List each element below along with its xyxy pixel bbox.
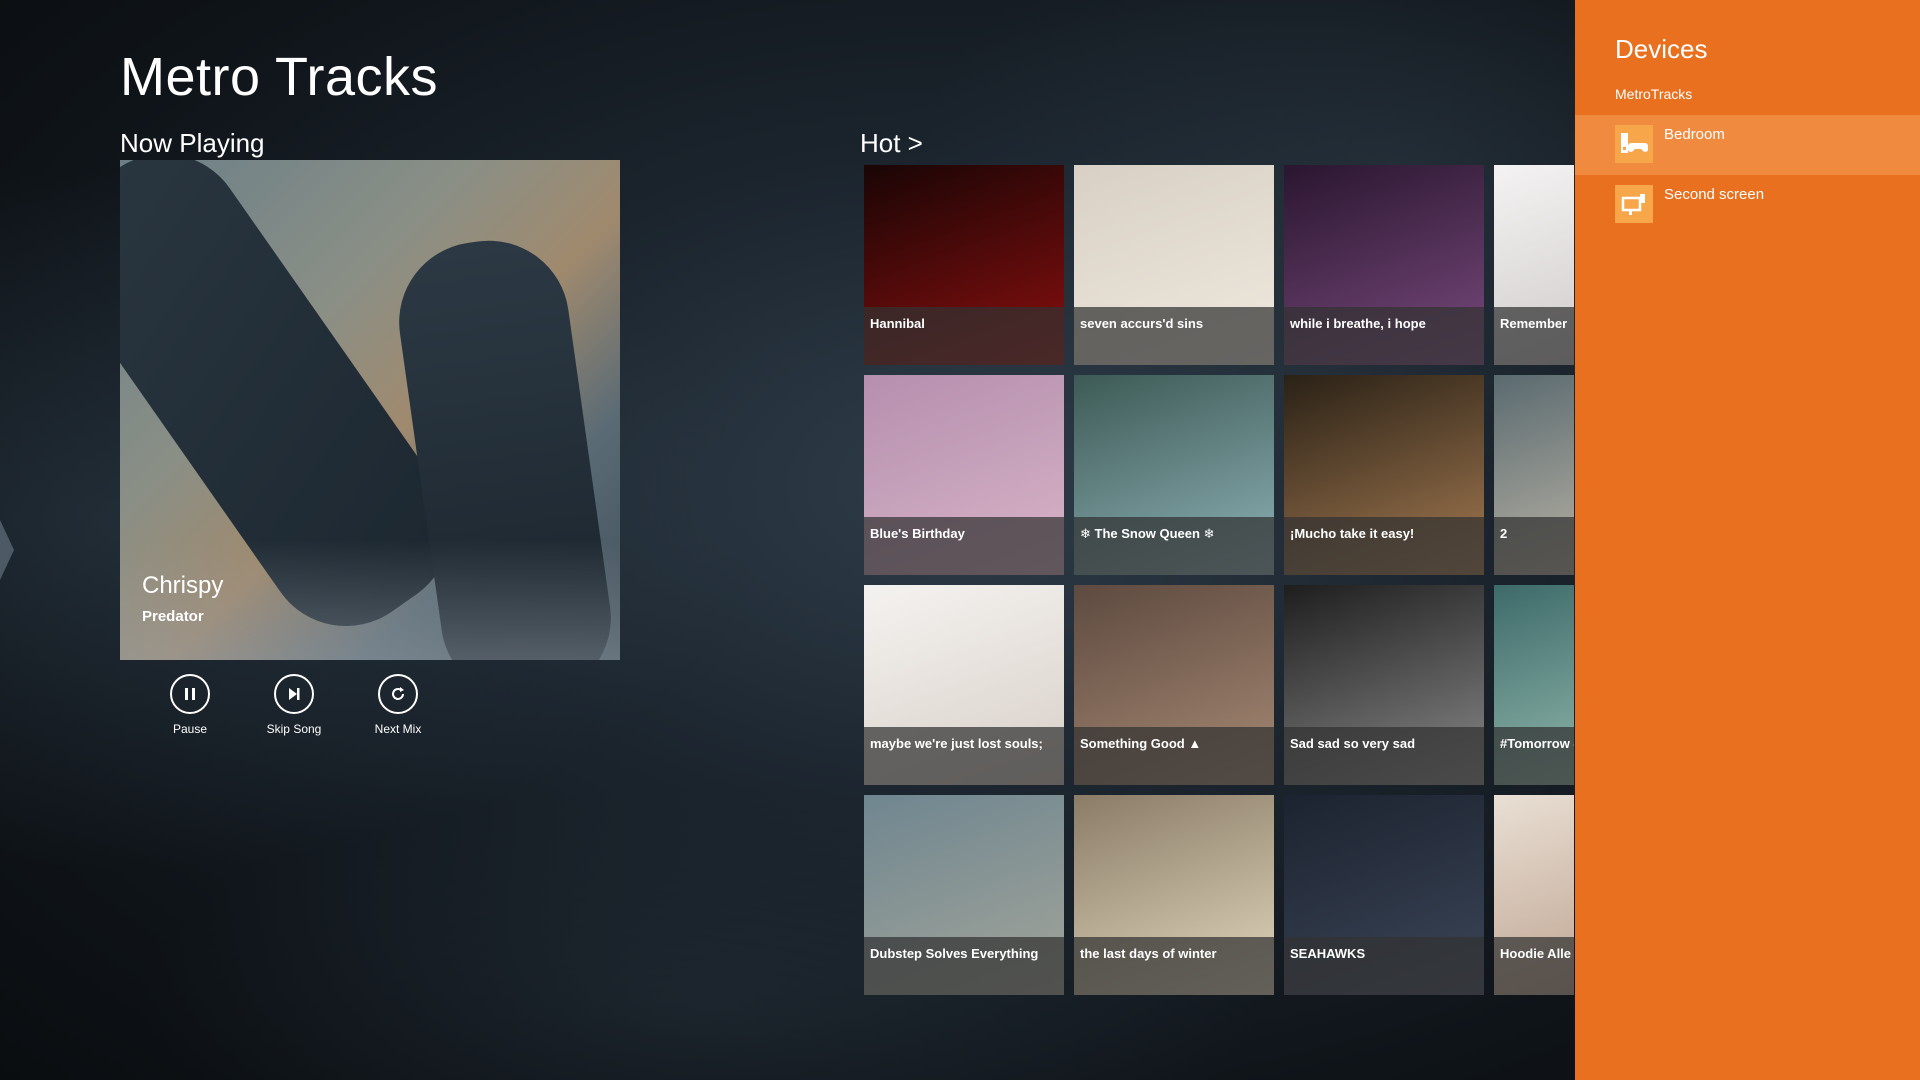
mix-tile[interactable]: maybe we're just lost souls; xyxy=(864,585,1064,785)
second-screen-icon xyxy=(1615,185,1653,223)
mix-tile[interactable]: Something Good ▲ xyxy=(1074,585,1274,785)
next-mix-label: Next Mix xyxy=(374,722,422,736)
mix-tile-label: while i breathe, i hope xyxy=(1290,316,1426,331)
pause-button[interactable]: Pause xyxy=(145,674,235,736)
mix-tile-caption: Hoodie Alle xyxy=(1494,937,1574,995)
mix-tile-label: Dubstep Solves Everything xyxy=(870,946,1039,961)
mix-tile[interactable]: Dubstep Solves Everything xyxy=(864,795,1064,995)
mix-tile-caption: Hannibal xyxy=(864,307,1064,365)
mix-tile[interactable]: seven accurs'd sins xyxy=(1074,165,1274,365)
mix-tile-label: SEAHAWKS xyxy=(1290,946,1366,961)
mix-tile-label: Remember xyxy=(1500,316,1568,331)
album-art-shape xyxy=(120,540,620,660)
mix-tile[interactable]: ❄ The Snow Queen ❄ xyxy=(1074,375,1274,575)
mix-tile-caption: Blue's Birthday xyxy=(864,517,1064,575)
mix-tile-caption: 2 xyxy=(1494,517,1574,575)
mix-tile-label: 2 xyxy=(1500,526,1508,541)
now-playing-heading: Now Playing xyxy=(120,128,265,158)
refresh-icon xyxy=(378,674,418,714)
mix-tile-caption: the last days of winter xyxy=(1074,937,1274,995)
mix-tile[interactable]: #Tomorrow #Summer # xyxy=(1494,585,1574,785)
now-playing-artist: Predator xyxy=(142,608,204,625)
mix-tile-caption: SEAHAWKS xyxy=(1284,937,1484,995)
mix-tile[interactable]: 2 xyxy=(1494,375,1574,575)
device-label: Bedroom xyxy=(1664,126,1725,143)
pause-icon xyxy=(170,674,210,714)
mix-tile-label: #Tomorrow #Summer # xyxy=(1500,736,1574,751)
mix-tile[interactable]: ¡Mucho take it easy! xyxy=(1284,375,1484,575)
hot-mix-grid: Hannibal seven accurs'd sins while i breat… xyxy=(864,165,1574,995)
mix-tile[interactable]: Blue's Birthday xyxy=(864,375,1064,575)
mix-tile[interactable]: Remember xyxy=(1494,165,1574,365)
mix-tile-label: Something Good ▲ xyxy=(1080,736,1202,751)
pause-label: Pause xyxy=(172,722,208,736)
mix-tile-label: seven accurs'd sins xyxy=(1080,316,1204,331)
mix-tile-caption: Something Good ▲ xyxy=(1074,727,1274,785)
next-mix-button[interactable]: Next Mix xyxy=(353,674,443,736)
mix-tile-caption: maybe we're just lost souls; xyxy=(864,727,1064,785)
mix-tile-caption: ❄ The Snow Queen ❄ xyxy=(1074,517,1274,575)
mix-tile-label: ❄ The Snow Queen ❄ xyxy=(1080,526,1215,541)
mix-tile-label: Hannibal xyxy=(870,316,925,331)
skip-song-button[interactable]: Skip Song xyxy=(249,674,339,736)
device-item-bedroom[interactable]: Bedroom xyxy=(1575,115,1920,175)
mix-tile-caption: Sad sad so very sad xyxy=(1284,727,1484,785)
mix-tile-caption: ¡Mucho take it easy! xyxy=(1284,517,1484,575)
mix-tile-label: Sad sad so very sad xyxy=(1290,736,1416,751)
hot-heading-link[interactable]: Hot > xyxy=(860,128,923,159)
devices-app-name: MetroTracks xyxy=(1615,86,1693,102)
device-item-second-screen[interactable]: Second screen xyxy=(1575,175,1920,235)
mix-tile[interactable]: SEAHAWKS xyxy=(1284,795,1484,995)
mix-tile[interactable]: Hoodie Alle xyxy=(1494,795,1574,995)
mix-tile-label: the last days of winter xyxy=(1080,946,1217,961)
skip-song-label: Skip Song xyxy=(266,722,322,736)
devices-title: Devices xyxy=(1615,34,1708,64)
mix-tile[interactable]: Sad sad so very sad xyxy=(1284,585,1484,785)
app-title: Metro Tracks xyxy=(120,47,439,107)
mix-tile-caption: Remember xyxy=(1494,307,1574,365)
mix-tile-label: Blue's Birthday xyxy=(870,526,965,541)
mix-tile-label: Hoodie Alle xyxy=(1500,946,1572,961)
device-label: Second screen xyxy=(1664,186,1765,203)
mix-tile[interactable]: the last days of winter xyxy=(1074,795,1274,995)
now-playing-song: Chrispy xyxy=(142,572,224,599)
devices-panel: Devices MetroTracks Bedroom Second scree… xyxy=(1575,0,1920,1080)
mix-tile[interactable]: Hannibal xyxy=(864,165,1064,365)
xbox-device-icon xyxy=(1615,125,1653,163)
mix-tile[interactable]: while i breathe, i hope xyxy=(1284,165,1484,365)
mix-tile-caption: while i breathe, i hope xyxy=(1284,307,1484,365)
mix-tile-label: maybe we're just lost souls; xyxy=(870,736,1043,751)
back-edge-arrow-icon[interactable] xyxy=(0,520,14,580)
skip-icon xyxy=(274,674,314,714)
mix-tile-label: ¡Mucho take it easy! xyxy=(1290,526,1415,541)
mix-tile-caption: Dubstep Solves Everything xyxy=(864,937,1064,995)
mix-tile-caption: seven accurs'd sins xyxy=(1074,307,1274,365)
mix-tile-caption: #Tomorrow #Summer # xyxy=(1494,727,1574,785)
